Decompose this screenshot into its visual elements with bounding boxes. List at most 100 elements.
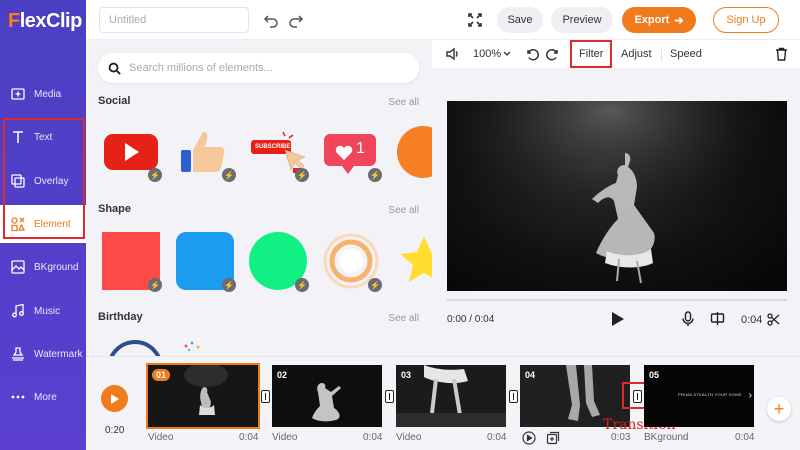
timeline-clip-5[interactable]: 05 PRIMA STEALTH YOUR HOME › bbox=[644, 365, 754, 427]
trash-icon bbox=[776, 47, 787, 61]
confetti-icon bbox=[184, 341, 200, 352]
timeline-play-button[interactable] bbox=[101, 385, 128, 412]
sidebar-item-music[interactable]: Music bbox=[0, 292, 86, 330]
see-all-shape-link[interactable]: See all bbox=[388, 205, 419, 216]
volume-button[interactable] bbox=[445, 40, 460, 68]
plus-icon: + bbox=[773, 398, 785, 419]
transition-button-3[interactable] bbox=[509, 390, 518, 403]
preview-button[interactable]: Preview bbox=[551, 7, 613, 33]
zoom-select[interactable]: 100% bbox=[473, 40, 511, 68]
sidebar-item-watermark[interactable]: Watermark bbox=[0, 335, 86, 373]
clip-number: 03 bbox=[401, 370, 412, 380]
clip-text-overlay: PRIMA STEALTH YOUR HOME bbox=[678, 392, 742, 397]
section-title-social: Social bbox=[98, 95, 131, 107]
sidebar-item-label: BKground bbox=[34, 261, 79, 273]
see-all-birthday-link[interactable]: See all bbox=[388, 313, 419, 324]
filter-tab[interactable]: Filter bbox=[579, 40, 603, 68]
project-title-input[interactable] bbox=[99, 7, 249, 33]
star-shape-icon bbox=[400, 236, 432, 282]
subtitle-button[interactable] bbox=[710, 311, 725, 329]
clip-add-media-button[interactable] bbox=[546, 431, 560, 448]
green-circle-shape[interactable]: ⚡ bbox=[249, 232, 309, 292]
fullscreen-button[interactable] bbox=[465, 10, 485, 30]
play-button[interactable] bbox=[609, 311, 625, 330]
transition-button-1[interactable] bbox=[261, 390, 270, 403]
undo-icon bbox=[263, 15, 278, 28]
red-square-shape[interactable]: ⚡ bbox=[102, 232, 162, 292]
sidebar-item-overlay[interactable]: Overlay bbox=[0, 162, 86, 200]
adjust-tab[interactable]: Adjust bbox=[621, 40, 652, 68]
sidebar-item-element[interactable]: Element bbox=[0, 205, 86, 243]
sign-up-button[interactable]: Sign Up bbox=[713, 7, 779, 33]
media-add-icon bbox=[11, 88, 25, 100]
split-button[interactable] bbox=[767, 313, 780, 329]
like-notification-element[interactable]: 1 ⚡ bbox=[322, 122, 382, 182]
sidebar-item-media[interactable]: Media bbox=[0, 75, 86, 113]
search-icon bbox=[108, 62, 121, 75]
scissors-icon bbox=[767, 313, 780, 326]
orange-ring-shape[interactable]: ⚡ bbox=[322, 232, 382, 292]
watermark-stamp-icon bbox=[12, 347, 24, 361]
timeline-clip-2[interactable]: 02 bbox=[272, 365, 382, 427]
total-duration: 0:20 bbox=[105, 425, 125, 436]
premium-badge-icon: ⚡ bbox=[368, 168, 382, 182]
sidebar-item-label: Element bbox=[34, 218, 71, 230]
blue-rounded-square-shape[interactable]: ⚡ bbox=[176, 232, 236, 292]
rotate-right-icon bbox=[546, 49, 558, 61]
section-title-birthday: Birthday bbox=[98, 311, 143, 323]
rotate-left-button[interactable] bbox=[525, 40, 539, 68]
element-search-input[interactable] bbox=[129, 62, 399, 74]
play-icon bbox=[612, 312, 624, 326]
element-icon bbox=[11, 217, 26, 232]
microphone-icon bbox=[682, 311, 694, 326]
clip-number: 05 bbox=[649, 370, 660, 380]
rotate-left-icon bbox=[527, 49, 539, 61]
clip-duration-label: 0:04 bbox=[735, 432, 755, 443]
clip-number: 02 bbox=[277, 370, 288, 380]
flexclip-logo[interactable]: FlexClip bbox=[8, 10, 82, 33]
redo-icon bbox=[289, 15, 304, 28]
sidebar-item-text[interactable]: Text bbox=[0, 118, 86, 156]
undo-button[interactable] bbox=[261, 10, 281, 30]
playback-progress-bar[interactable] bbox=[447, 299, 787, 301]
social-element-partial[interactable] bbox=[395, 122, 432, 180]
confetti-element[interactable] bbox=[176, 338, 234, 356]
add-scene-button[interactable]: + bbox=[767, 397, 791, 421]
clip-play-button[interactable] bbox=[522, 431, 536, 448]
voiceover-button[interactable] bbox=[681, 311, 695, 330]
element-search-box[interactable] bbox=[98, 53, 419, 83]
export-button[interactable]: Export ➔ bbox=[622, 7, 696, 33]
premium-badge-icon: ⚡ bbox=[368, 278, 382, 292]
yellow-star-shape[interactable] bbox=[395, 232, 432, 290]
current-time-display: 0:00 / 0:04 bbox=[447, 314, 495, 325]
toolbar-divider bbox=[661, 49, 662, 61]
clip-duration-display: 0:04 bbox=[741, 314, 763, 326]
delete-button[interactable] bbox=[775, 40, 788, 68]
birthday-element[interactable] bbox=[106, 338, 164, 356]
music-note-icon bbox=[12, 303, 24, 318]
redo-button[interactable] bbox=[286, 10, 306, 30]
thumbs-up-element[interactable]: ⚡ bbox=[176, 122, 236, 182]
fullscreen-icon bbox=[468, 13, 482, 27]
clip-number: 01 bbox=[152, 369, 171, 381]
sidebar-item-more[interactable]: More bbox=[0, 378, 86, 416]
subscribe-button-element[interactable]: SUBSCRIBE ⚡ bbox=[249, 122, 309, 182]
timeline-clip-1[interactable]: 01 bbox=[146, 363, 260, 429]
clip-thumbnail-image bbox=[272, 365, 382, 427]
birthday-badge-icon bbox=[109, 340, 161, 356]
video-preview[interactable] bbox=[447, 101, 787, 291]
save-button[interactable]: Save bbox=[497, 7, 543, 33]
clip-duration-label: 0:04 bbox=[487, 432, 507, 443]
speed-tab[interactable]: Speed bbox=[670, 40, 702, 68]
timeline-clip-3[interactable]: 03 bbox=[396, 365, 506, 427]
youtube-element[interactable]: ⚡ bbox=[102, 122, 162, 182]
rotate-right-button[interactable] bbox=[546, 40, 560, 68]
sidebar-item-label: Music bbox=[34, 305, 61, 317]
transition-button-2[interactable] bbox=[385, 390, 394, 403]
preview-toolbar: 100% Filter Adjust Speed bbox=[432, 40, 800, 68]
like-count: 1 bbox=[356, 140, 365, 157]
transition-button-4[interactable] bbox=[633, 390, 642, 403]
see-all-social-link[interactable]: See all bbox=[388, 97, 419, 108]
sidebar-item-bkground[interactable]: BKground bbox=[0, 248, 86, 286]
chevron-right-icon: › bbox=[748, 390, 752, 401]
